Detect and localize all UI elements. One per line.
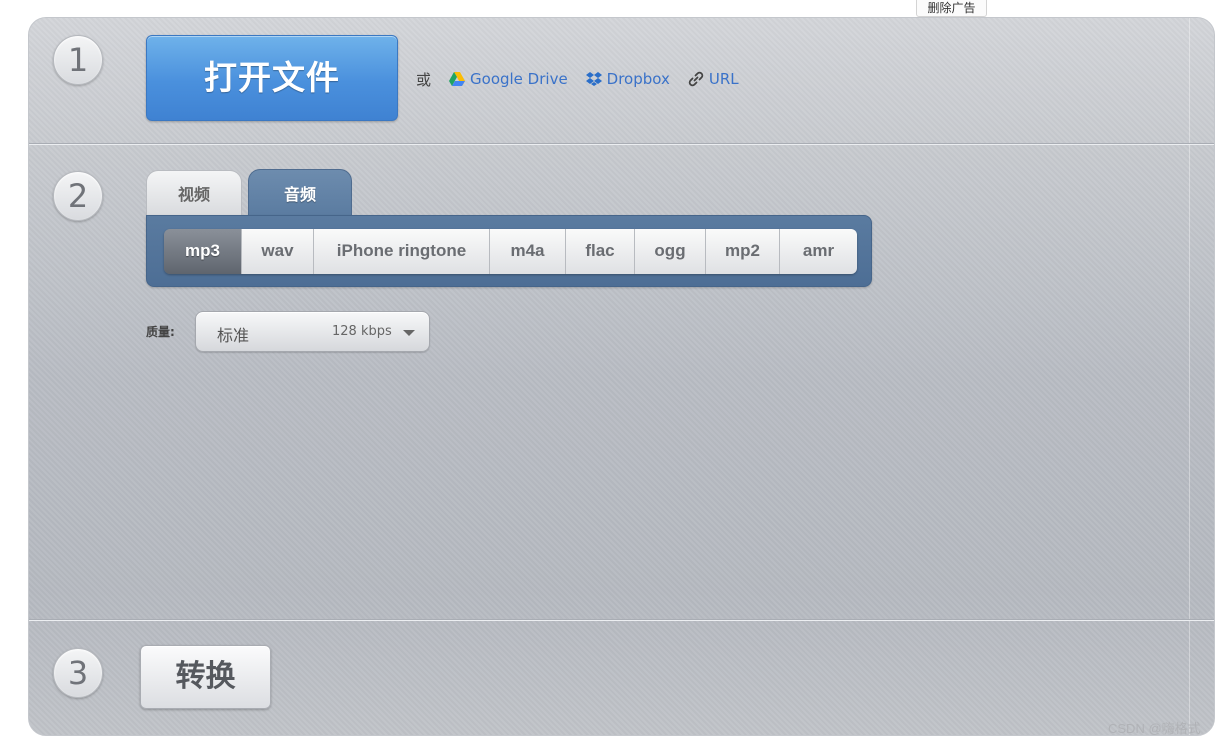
format-bar: mp3 wav iPhone ringtone m4a flac ogg mp2…: [146, 215, 872, 287]
google-drive-label: Google Drive: [470, 70, 568, 88]
quality-dropdown[interactable]: 标准 128 kbps: [195, 311, 430, 352]
step-1-badge: 1: [53, 35, 103, 85]
format-m4a[interactable]: m4a: [490, 229, 566, 274]
convert-button[interactable]: 转换: [140, 645, 271, 709]
format-amr[interactable]: amr: [780, 229, 857, 274]
dropbox-label: Dropbox: [606, 70, 670, 88]
quality-label: 质量:: [146, 325, 175, 339]
url-link[interactable]: URL: [687, 70, 739, 88]
url-label: URL: [708, 70, 739, 88]
format-wav[interactable]: wav: [242, 229, 314, 274]
or-label: 或: [416, 70, 432, 89]
quality-selected-name: 标准: [217, 326, 250, 345]
tab-audio[interactable]: 音频: [248, 169, 352, 217]
step-3-badge: 3: [53, 648, 103, 698]
dropbox-icon: [585, 70, 603, 88]
format-mp3[interactable]: mp3: [164, 229, 242, 274]
dropbox-link[interactable]: Dropbox: [585, 70, 670, 88]
section-divider-2: [29, 619, 1214, 621]
link-icon: [687, 70, 705, 88]
open-file-button[interactable]: 打开文件: [146, 35, 398, 121]
quality-selected-rate: 128 kbps: [332, 324, 392, 339]
tab-video[interactable]: 视频: [146, 170, 242, 216]
chevron-down-icon: [403, 330, 415, 336]
source-links: 或 Google Drive Dropbox URL: [416, 67, 756, 91]
section-divider-1: [29, 143, 1214, 145]
step-2-badge: 2: [53, 171, 103, 221]
google-drive-link[interactable]: Google Drive: [448, 70, 568, 88]
format-ogg[interactable]: ogg: [635, 229, 706, 274]
watermark: CSDN @嗨格式: [1108, 721, 1201, 736]
converter-panel: 1 打开文件 或 Google Drive Dropbox URL 2 视频 音…: [28, 17, 1215, 736]
format-mp2[interactable]: mp2: [706, 229, 780, 274]
format-iphone-ringtone[interactable]: iPhone ringtone: [314, 229, 490, 274]
remove-ad-link[interactable]: 删除广告: [916, 0, 987, 17]
panel-edge-line: [1189, 18, 1190, 735]
google-drive-icon: [448, 70, 466, 88]
format-flac[interactable]: flac: [566, 229, 635, 274]
format-options: mp3 wav iPhone ringtone m4a flac ogg mp2…: [164, 229, 857, 274]
